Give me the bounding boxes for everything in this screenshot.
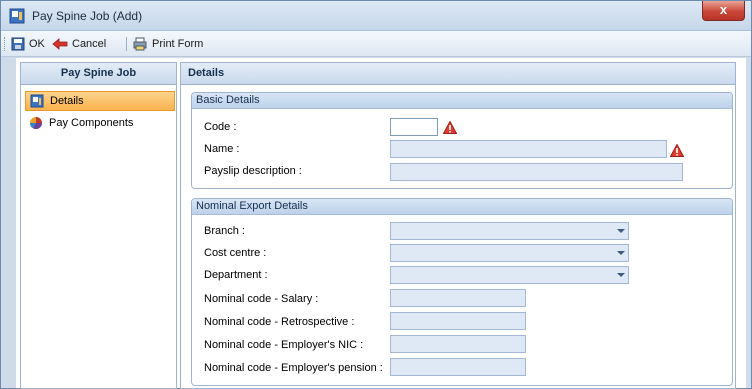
back-arrow-icon <box>52 38 68 50</box>
save-icon <box>11 37 25 51</box>
print-form-button[interactable]: Print Form <box>132 35 203 53</box>
basic-details-group: Basic Details Code : Name : Payslip desc… <box>191 92 733 189</box>
cancel-label: Cancel <box>72 38 107 50</box>
ok-label: OK <box>29 38 45 50</box>
details-header: Details <box>181 63 735 85</box>
app-icon <box>9 8 25 24</box>
name-label: Name : <box>204 143 240 155</box>
cancel-button[interactable]: Cancel <box>52 35 106 53</box>
cost-centre-label: Cost centre : <box>204 247 267 259</box>
title-bar: Pay Spine Job (Add) x <box>1 1 751 31</box>
basic-details-title: Basic Details <box>192 93 732 109</box>
code-label: Code : <box>204 121 237 133</box>
chevron-down-icon[interactable] <box>617 273 625 277</box>
branch-select[interactable] <box>390 222 629 240</box>
details-panel: Details Basic Details Code : Name : Pays… <box>180 62 736 389</box>
department-label: Department : <box>204 269 268 281</box>
payslip-description-input[interactable] <box>390 163 683 181</box>
chevron-down-icon[interactable] <box>617 251 625 255</box>
toolbar-separator <box>126 37 127 51</box>
toolbar: OK Cancel Print Form <box>1 31 751 57</box>
nominal-salary-label: Nominal code - Salary : <box>204 293 319 305</box>
toolbar-grip[interactable] <box>4 37 6 51</box>
nominal-pension-input[interactable] <box>390 358 526 376</box>
nominal-salary-input[interactable] <box>390 289 526 307</box>
chevron-down-icon[interactable] <box>617 229 625 233</box>
branch-label: Branch : <box>204 225 245 237</box>
nav-item-label: Details <box>50 95 84 107</box>
nominal-retro-input[interactable] <box>390 312 526 330</box>
nominal-export-group: Nominal Export Details Branch : Cost cen… <box>191 198 733 386</box>
nav-item-pay-components[interactable]: Pay Components <box>25 113 175 133</box>
print-form-label: Print Form <box>152 38 204 50</box>
nominal-nic-input[interactable] <box>390 335 526 353</box>
ok-button[interactable]: OK <box>11 35 45 53</box>
nominal-export-title: Nominal Export Details <box>192 199 732 215</box>
details-icon <box>30 94 44 108</box>
payslip-description-label: Payslip description : <box>204 165 302 177</box>
nav-item-label: Pay Components <box>49 117 134 129</box>
name-input[interactable] <box>390 140 667 158</box>
window-title: Pay Spine Job (Add) <box>32 9 143 23</box>
warning-icon <box>670 144 684 157</box>
warning-icon <box>443 121 457 134</box>
code-input[interactable] <box>390 118 438 136</box>
nominal-pension-label: Nominal code - Employer's pension : <box>204 362 383 374</box>
close-button[interactable]: x <box>702 1 745 21</box>
print-icon <box>133 37 147 51</box>
nominal-retro-label: Nominal code - Retrospective : <box>204 316 355 328</box>
pay-components-icon <box>29 117 42 130</box>
department-select[interactable] <box>390 266 629 284</box>
nav-item-details[interactable]: Details <box>25 91 175 111</box>
nominal-nic-label: Nominal code - Employer's NIC : <box>204 339 364 351</box>
nav-header: Pay Spine Job <box>21 63 176 85</box>
nav-panel: Pay Spine Job Details Pay Components <box>20 62 177 389</box>
cost-centre-select[interactable] <box>390 244 629 262</box>
